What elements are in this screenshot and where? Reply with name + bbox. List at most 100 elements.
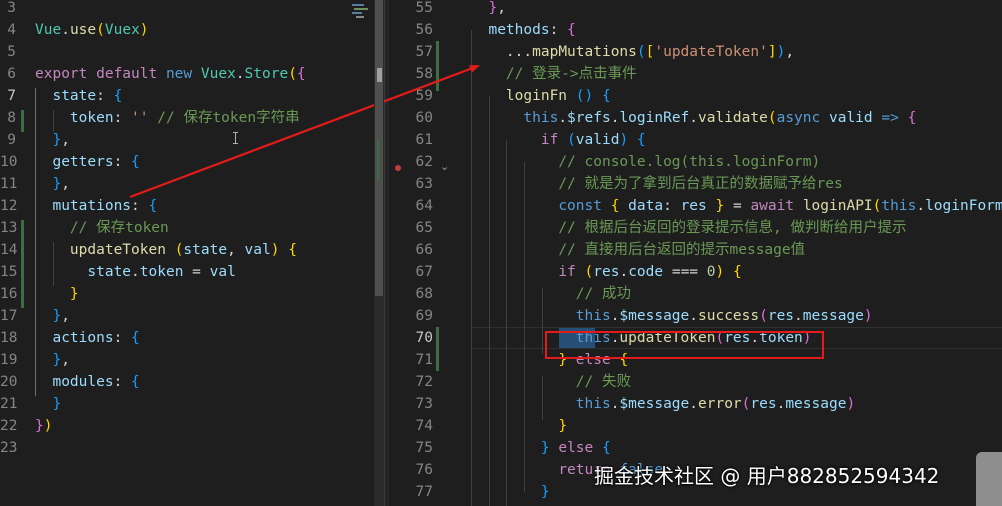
- code-line[interactable]: 63 // 就是为了拿到后台真正的数据赋予给res: [389, 173, 1002, 195]
- code-line[interactable]: 58 // 登录->点击事件: [389, 63, 1002, 85]
- code-line[interactable]: 59 loginFn () {: [389, 85, 1002, 107]
- text-cursor-icon: [233, 132, 238, 144]
- code-content[interactable]: // 根据后台返回的登录提示信息, 做判断给用户提示: [471, 217, 906, 239]
- minimap[interactable]: [350, 2, 370, 22]
- code-content[interactable]: }: [35, 283, 79, 305]
- code-token: res: [680, 198, 707, 214]
- code-line[interactable]: 75 } else {: [389, 437, 1002, 459]
- code-line[interactable]: 65 // 根据后台返回的登录提示信息, 做判断给用户提示: [389, 217, 1002, 239]
- code-content[interactable]: const { data: res } = await loginAPI(thi…: [471, 195, 1002, 217]
- code-line[interactable]: 61 if (valid) {: [389, 129, 1002, 151]
- code-line[interactable]: 74 }: [389, 415, 1002, 437]
- code-content[interactable]: this.$message.error(res.message): [471, 393, 855, 415]
- code-content[interactable]: modules: {: [35, 371, 139, 393]
- code-line[interactable]: 22}): [0, 415, 384, 437]
- code-line[interactable]: 19 },: [0, 349, 384, 371]
- code-line[interactable]: 13 // 保存token: [0, 217, 384, 239]
- code-token: =: [183, 264, 210, 280]
- line-number: 8: [7, 110, 16, 126]
- left-editor-pane[interactable]: 3 4 Vue.use(Vuex) 5 6 export default new Vuex…: [0, 0, 384, 506]
- code-line[interactable]: 73 this.$message.error(res.message): [389, 393, 1002, 415]
- code-content[interactable]: Vue.use(Vuex): [35, 19, 149, 41]
- code-content[interactable]: },: [471, 0, 505, 19]
- code-content[interactable]: if (res.code === 0) {: [471, 261, 741, 283]
- code-line[interactable]: 15 state.token = val: [0, 261, 384, 283]
- fold-chevron-icon[interactable]: ⌄: [440, 160, 449, 174]
- code-line[interactable]: 4 Vue.use(Vuex): [0, 19, 384, 41]
- code-line[interactable]: 72 // 失败: [389, 371, 1002, 393]
- code-content[interactable]: mutations: {: [35, 195, 157, 217]
- code-content[interactable]: },: [35, 173, 69, 195]
- code-token: await: [750, 198, 795, 214]
- code-content[interactable]: }): [35, 415, 52, 437]
- code-token: this: [575, 396, 611, 412]
- right-editor-pane[interactable]: 55 }, 56 methods: {57 ...mapMutations(['u…: [389, 0, 1002, 506]
- code-content[interactable]: // 失败: [471, 371, 631, 393]
- code-content[interactable]: } else {: [471, 437, 611, 459]
- code-line[interactable]: 8 token: '' // 保存token字符串: [0, 107, 384, 129]
- highlight-box: [545, 331, 824, 359]
- code-content[interactable]: }: [471, 481, 550, 503]
- code-line[interactable]: 7 state: {: [0, 85, 384, 107]
- code-content[interactable]: // 就是为了拿到后台真正的数据赋予给res: [471, 173, 842, 195]
- code-token: export default: [35, 66, 166, 82]
- code-content[interactable]: state.token = val: [35, 261, 235, 283]
- code-content[interactable]: },: [35, 305, 70, 327]
- code-line[interactable]: 66 // 直接用后台返回的提示message值: [389, 239, 1002, 261]
- code-content[interactable]: },: [35, 349, 69, 371]
- code-line[interactable]: 68 // 成功: [389, 283, 1002, 305]
- code-content[interactable]: state: {: [35, 85, 122, 107]
- code-token: }: [69, 286, 79, 302]
- code-line[interactable]: 11 },: [0, 173, 384, 195]
- code-line[interactable]: 62 // console.log(this.loginForm): [389, 151, 1002, 173]
- code-content[interactable]: },: [35, 129, 69, 151]
- code-content[interactable]: // 保存token: [35, 217, 169, 239]
- code-line[interactable]: 23: [0, 437, 384, 459]
- code-content[interactable]: this.$refs.loginRef.validate(async valid…: [471, 107, 916, 129]
- code-token: modules: [52, 374, 114, 390]
- code-line[interactable]: 17 },: [0, 305, 384, 327]
- code-line[interactable]: 5: [0, 41, 384, 63]
- code-content[interactable]: actions: {: [35, 327, 139, 349]
- code-token: // 成功: [575, 286, 631, 302]
- code-line[interactable]: 9 },: [0, 129, 384, 151]
- code-token: ,: [61, 308, 70, 324]
- code-token: res: [767, 308, 795, 324]
- code-line[interactable]: 20 modules: {: [0, 371, 384, 393]
- code-line[interactable]: 56 methods: {: [389, 19, 1002, 41]
- code-content[interactable]: }: [35, 393, 61, 415]
- code-content[interactable]: }: [471, 415, 567, 437]
- code-line[interactable]: 55 },: [389, 0, 1002, 19]
- code-content[interactable]: // 直接用后台返回的提示message值: [471, 239, 805, 261]
- code-content[interactable]: methods: {: [471, 19, 575, 41]
- code-content[interactable]: if (valid) {: [471, 129, 646, 151]
- code-content[interactable]: // 登录->点击事件: [471, 63, 637, 85]
- code-line[interactable]: 6 export default new Vuex.Store({: [0, 63, 384, 85]
- code-line[interactable]: 12 mutations: {: [0, 195, 384, 217]
- code-content[interactable]: updateToken (state, val) {: [35, 239, 297, 261]
- code-content[interactable]: // console.log(this.loginForm): [471, 151, 820, 173]
- code-token: error: [698, 396, 742, 412]
- code-token: =>: [881, 110, 899, 126]
- code-line[interactable]: 16 }: [0, 283, 384, 305]
- code-content[interactable]: getters: {: [35, 151, 139, 173]
- code-line[interactable]: 3: [0, 0, 384, 19]
- code-line[interactable]: 64 const { data: res } = await loginAPI(…: [389, 195, 1002, 217]
- code-line[interactable]: 21 }: [0, 393, 384, 415]
- code-content[interactable]: // 成功: [471, 283, 631, 305]
- code-content[interactable]: this.$message.success(res.message): [471, 305, 873, 327]
- code-content[interactable]: token: '' // 保存token字符串: [35, 107, 300, 129]
- code-content[interactable]: export default new Vuex.Store({: [35, 63, 306, 85]
- code-line[interactable]: 67 if (res.code === 0) {: [389, 261, 1002, 283]
- code-content[interactable]: ...mapMutations(['updateToken']),: [471, 41, 794, 63]
- code-line[interactable]: 57 ...mapMutations(['updateToken']),: [389, 41, 1002, 63]
- breakpoint-icon[interactable]: [395, 165, 401, 171]
- code-line[interactable]: 60 this.$refs.loginRef.validate(async va…: [389, 107, 1002, 129]
- code-content[interactable]: loginFn () {: [471, 85, 611, 107]
- code-line[interactable]: 10 getters: {: [0, 151, 384, 173]
- code-line[interactable]: 14 updateToken (state, val) {: [0, 239, 384, 261]
- code-token: res: [593, 264, 620, 280]
- code-line[interactable]: 18 actions: {: [0, 327, 384, 349]
- code-line[interactable]: 69 this.$message.success(res.message): [389, 305, 1002, 327]
